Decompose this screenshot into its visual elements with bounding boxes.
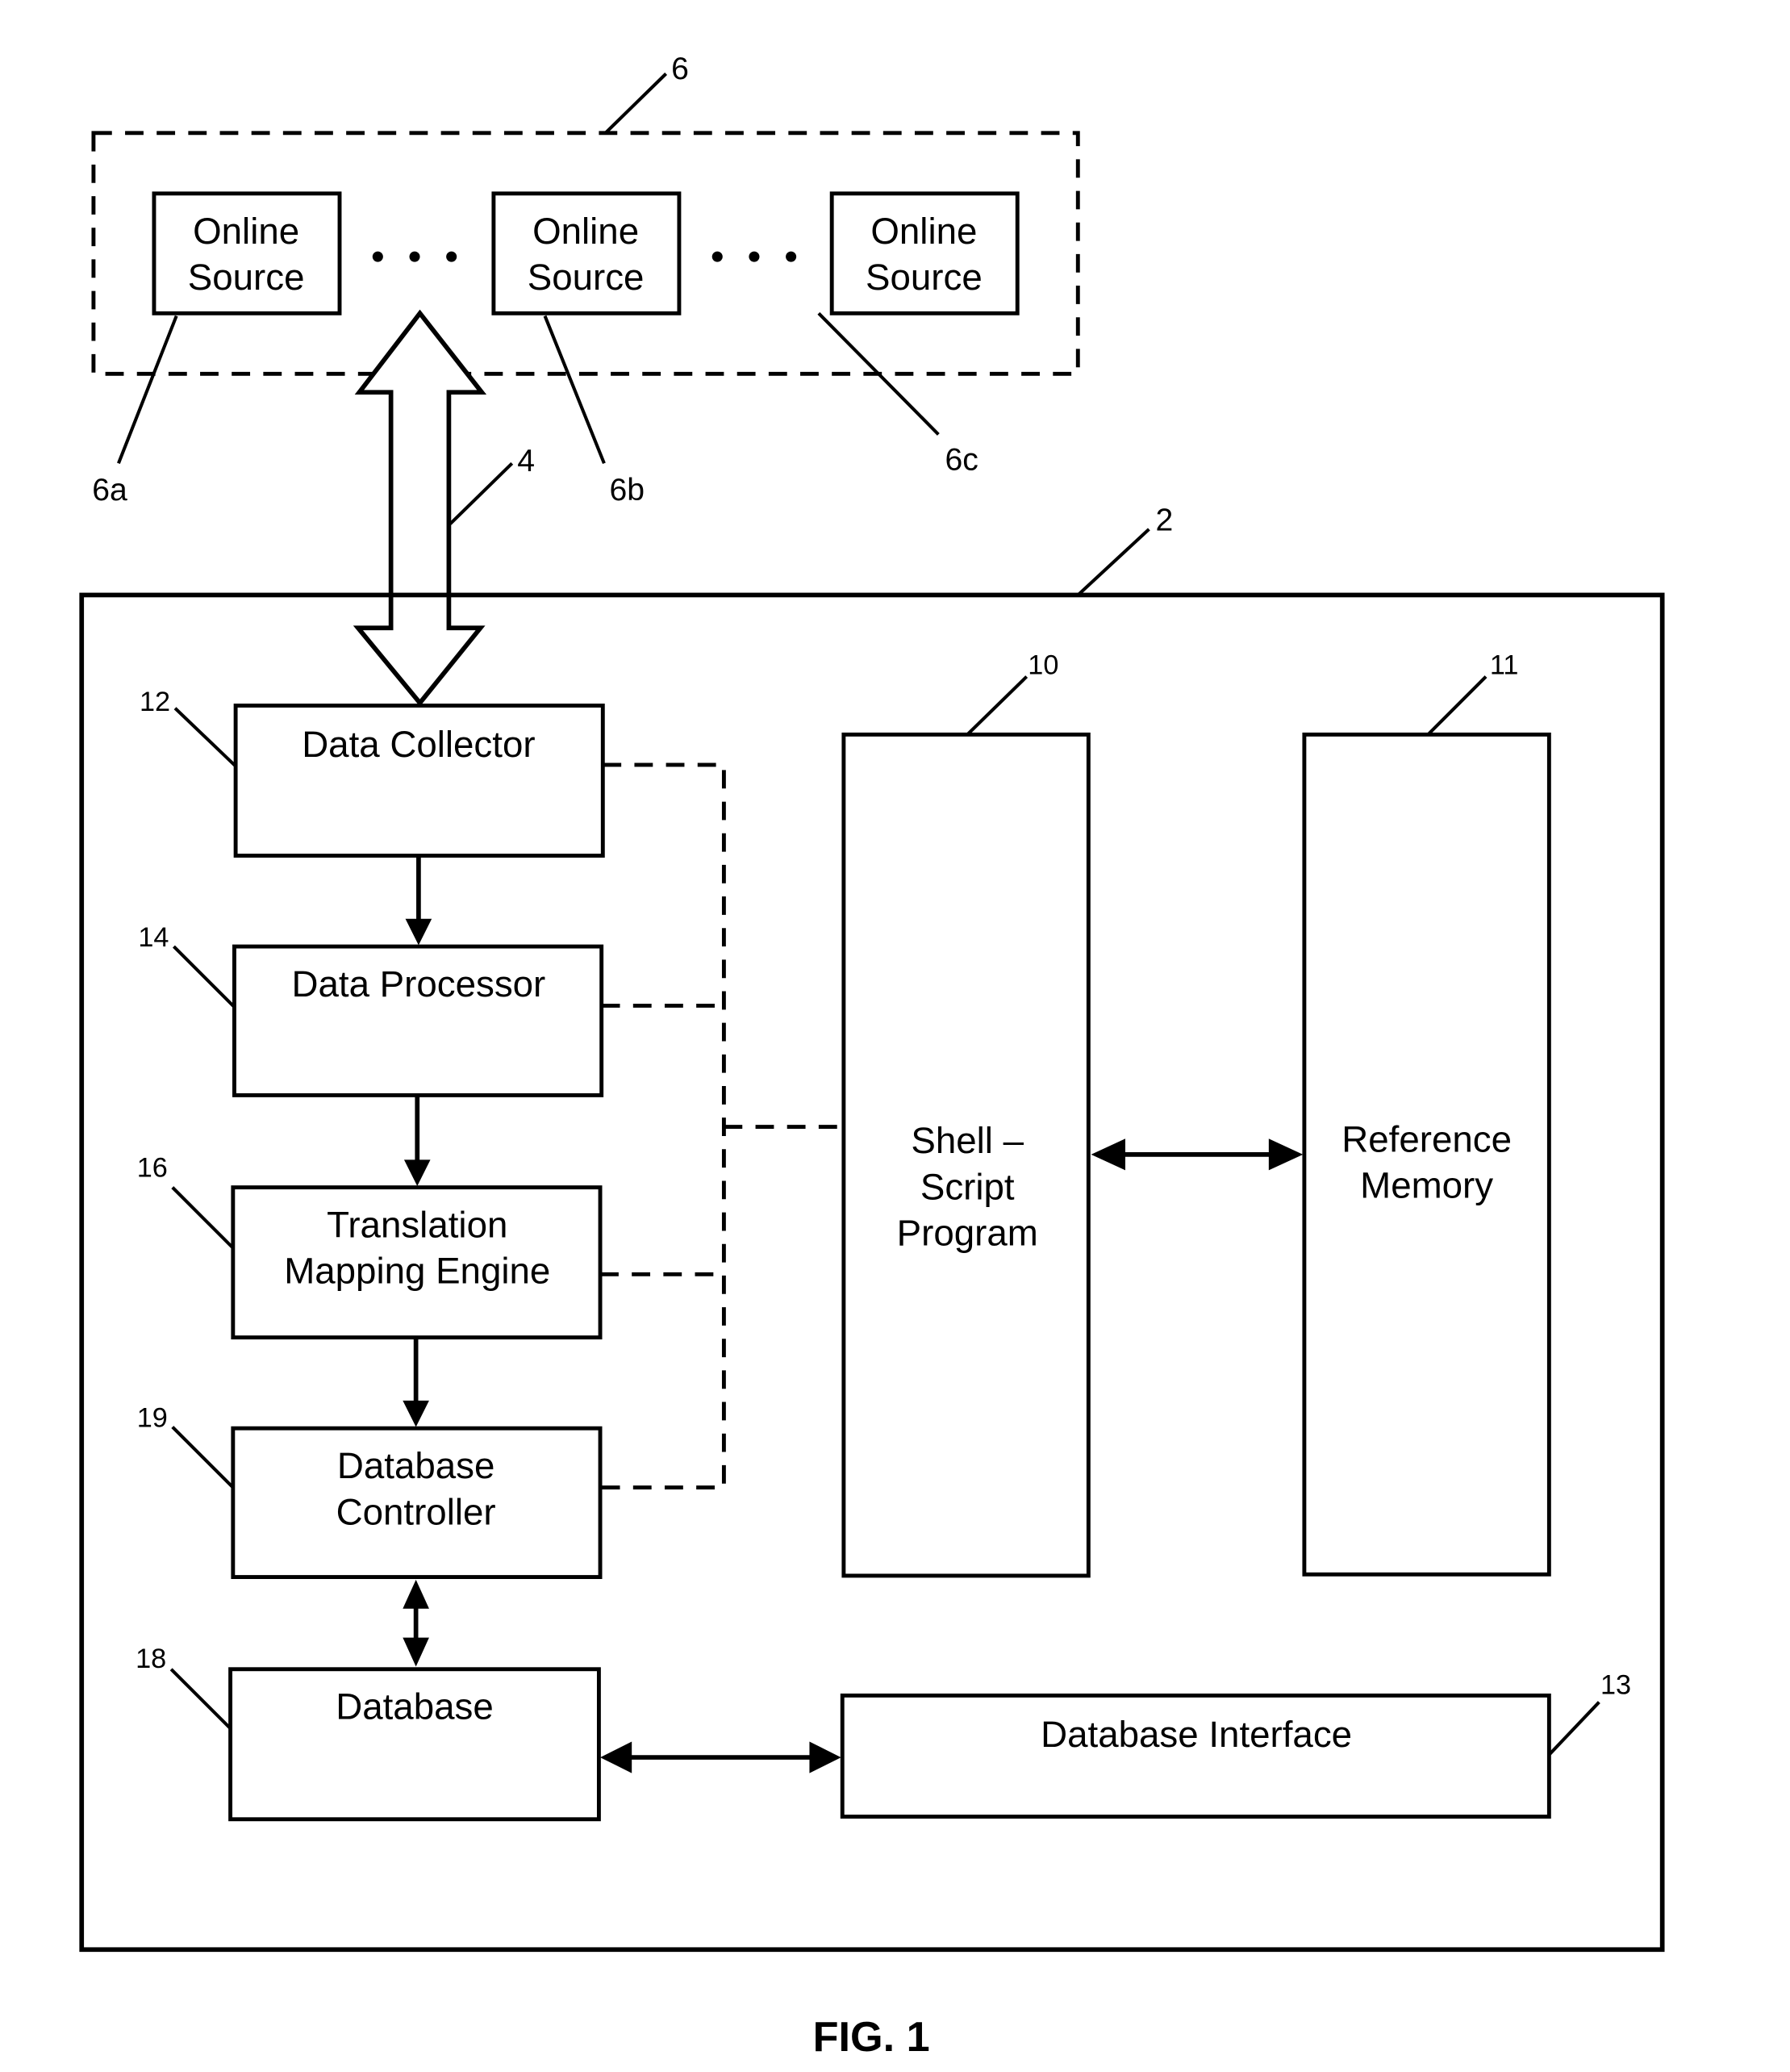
patent-figure: 6 Online Source Online Source Online Sou… (79, 52, 1665, 2061)
ref-number-18: 18 (136, 1644, 166, 1674)
ref-number-14: 14 (138, 922, 169, 953)
figure-caption: FIG. 1 (813, 2014, 930, 2061)
leader-line-19 (171, 1426, 235, 1489)
translation-mapping-engine-line1: Translation (327, 1205, 507, 1246)
leader-line-2 (1076, 528, 1150, 596)
network-link-double-arrow (353, 309, 487, 707)
database-label: Database (336, 1686, 494, 1727)
leader-line-14 (172, 945, 236, 1009)
online-source-a: Online Source (152, 191, 342, 315)
online-source-c-line2: Source (866, 257, 983, 298)
arrow-head-right (1268, 1138, 1304, 1171)
leader-line-18 (169, 1668, 232, 1730)
arrow-head-up (403, 1579, 429, 1609)
reference-memory-line2: Memory (1360, 1165, 1493, 1206)
arrow-head-down (403, 1637, 429, 1667)
ref-number-6b: 6b (609, 473, 645, 508)
ref-number-12: 12 (140, 687, 170, 717)
arrow-head-down (403, 1159, 431, 1186)
online-source-c: Online Source (829, 191, 1020, 315)
leader-line-10 (966, 675, 1029, 736)
ref-number-11: 11 (1490, 650, 1519, 680)
online-source-a-line2: Source (188, 257, 305, 298)
reference-memory-line1: Reference (1341, 1119, 1512, 1160)
leader-line-13 (1547, 1701, 1600, 1757)
ref-number-10: 10 (1028, 650, 1058, 680)
shell-script-program-line2: Script (920, 1166, 1015, 1207)
ellipsis-1 (372, 251, 457, 262)
ref-number-4: 4 (517, 444, 535, 478)
arrow-head-down (405, 918, 432, 946)
leader-line-6 (604, 72, 668, 135)
ellipsis-2 (711, 251, 797, 262)
shell-script-program-line1: Shell – (911, 1120, 1024, 1161)
data-collector-label: Data Collector (302, 724, 535, 765)
online-source-a-line1: Online (193, 211, 299, 252)
ref-number-19: 19 (137, 1403, 168, 1434)
leader-line-4 (449, 462, 514, 525)
control-bus-dashed (600, 762, 844, 1490)
arrow-head-right (809, 1741, 841, 1773)
ref-number-2: 2 (1156, 503, 1174, 537)
database-interface-label: Database Interface (1041, 1714, 1352, 1755)
leader-line-11 (1426, 675, 1487, 736)
online-source-b-line2: Source (528, 257, 645, 298)
leader-line-6b (543, 315, 606, 465)
data-processor-label: Data Processor (292, 963, 546, 1005)
online-source-b: Online Source (491, 191, 682, 315)
translation-mapping-engine-line2: Mapping Engine (284, 1251, 550, 1292)
ref-number-6c: 6c (945, 442, 978, 477)
online-source-c-line1: Online (870, 211, 977, 252)
arrow-head-down (403, 1400, 429, 1427)
leader-line-12 (173, 707, 237, 768)
database-controller-line2: Controller (336, 1491, 496, 1532)
ref-number-6: 6 (671, 52, 689, 86)
ref-number-6a: 6a (92, 473, 127, 508)
leader-line-16 (171, 1186, 235, 1250)
arrow-head-left (1091, 1138, 1126, 1171)
arrow-head-left (600, 1741, 632, 1773)
ref-number-13: 13 (1600, 1670, 1631, 1701)
leader-line-6a (117, 315, 178, 465)
online-source-b-line1: Online (532, 211, 639, 252)
database-controller-line1: Database (337, 1445, 495, 1486)
ref-number-16: 16 (137, 1153, 168, 1184)
shell-script-program-line3: Program (897, 1212, 1038, 1253)
